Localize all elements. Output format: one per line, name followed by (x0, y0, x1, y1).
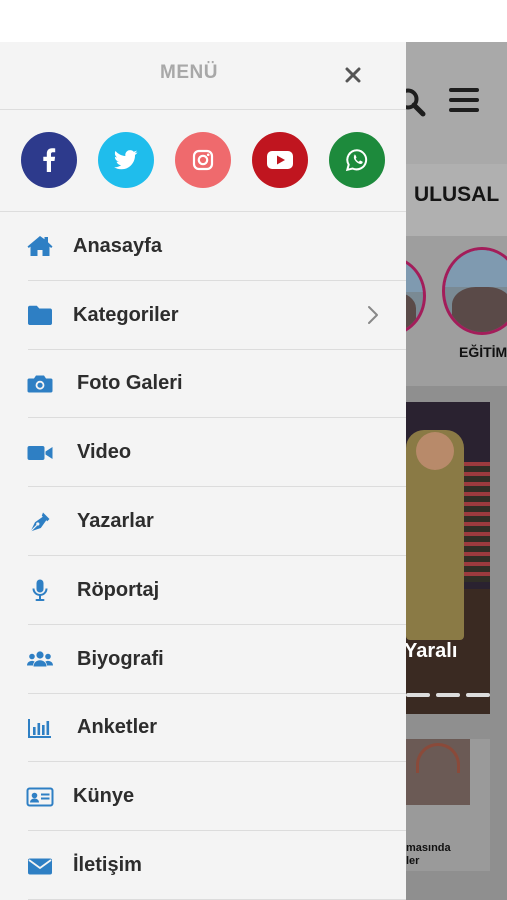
youtube-button[interactable] (252, 132, 308, 188)
menu-label-anasayfa: Anasayfa (73, 234, 162, 257)
menu-label-biyografi: Biyografi (77, 647, 164, 670)
story-item[interactable] (442, 247, 507, 335)
close-button[interactable] (338, 60, 368, 90)
twitter-button[interactable] (98, 132, 154, 188)
drawer-header: MENÜ (0, 42, 406, 110)
twitter-icon (114, 150, 138, 170)
camera-icon (27, 375, 53, 393)
menu-item-biyografi[interactable]: Biyografi (0, 625, 406, 694)
menu-label-yazarlar: Yazarlar (77, 510, 154, 533)
slider-dots[interactable] (406, 693, 490, 697)
menu-label-foto-galeri: Foto Galeri (77, 372, 183, 395)
envelope-icon (28, 858, 52, 875)
menu-item-roportaj[interactable]: Röportaj (0, 556, 406, 625)
menu-label-iletisim: İletişim (73, 854, 142, 877)
close-icon (345, 67, 361, 83)
pen-nib-icon (30, 512, 50, 532)
hamburger-icon[interactable] (449, 88, 479, 114)
nav-item-ulusal[interactable]: ULUSAL (414, 183, 499, 207)
facebook-button[interactable] (21, 132, 77, 188)
slider-headline[interactable]: Yaralı (404, 640, 457, 663)
menu-item-anasayfa[interactable]: Anasayfa (0, 212, 406, 281)
whatsapp-button[interactable] (329, 132, 385, 188)
menu-item-kategoriler[interactable]: Kategoriler (0, 281, 406, 350)
id-card-icon (26, 787, 54, 807)
menu-label-anketler: Anketler (77, 716, 158, 739)
menu-item-video[interactable]: Video (0, 418, 406, 488)
home-icon (27, 236, 53, 257)
instagram-icon (192, 149, 214, 171)
menu-item-anketler[interactable]: Anketler (0, 694, 406, 763)
side-menu-drawer: MENÜ Anasayfa Kategoriler Foto Galeri Vi… (0, 42, 406, 900)
story-label: EĞİTİM (459, 344, 507, 360)
menu-item-kunye[interactable]: Künye (0, 762, 406, 832)
news-card-title[interactable]: masında ler (406, 842, 486, 868)
menu-title: MENÜ (160, 62, 218, 83)
menu-item-iletisim[interactable]: İletişim (0, 831, 406, 900)
news-slider[interactable] (406, 402, 490, 714)
menu-item-foto-galeri[interactable]: Foto Galeri (0, 350, 406, 419)
chevron-right-icon (368, 306, 378, 325)
facebook-icon (43, 148, 56, 172)
bar-chart-icon (28, 718, 51, 738)
menu-label-video: Video (77, 441, 132, 464)
whatsapp-icon (345, 149, 368, 172)
instagram-button[interactable] (175, 132, 231, 188)
menu-label-roportaj: Röportaj (77, 578, 160, 601)
menu-item-yazarlar[interactable]: Yazarlar (0, 487, 406, 556)
microphone-icon (32, 579, 48, 602)
menu-list: Anasayfa Kategoriler Foto Galeri Video Y… (0, 212, 406, 900)
video-camera-icon (27, 445, 53, 460)
menu-label-kunye: Künye (73, 785, 135, 808)
folder-icon (28, 305, 52, 326)
youtube-icon (267, 151, 293, 169)
menu-label-kategoriler: Kategoriler (73, 303, 179, 326)
social-links (0, 110, 406, 212)
users-icon (27, 651, 53, 667)
